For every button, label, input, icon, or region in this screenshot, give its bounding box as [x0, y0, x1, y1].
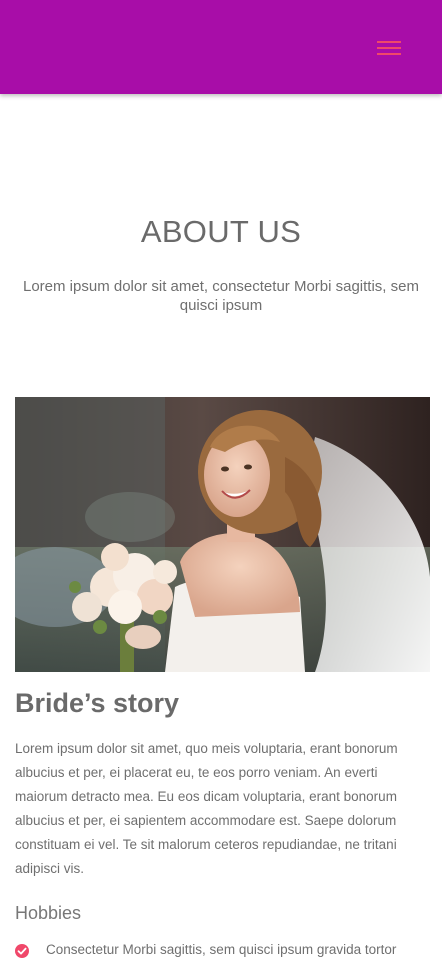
- story-title: Bride’s story: [15, 688, 180, 718]
- menu-line: [377, 53, 401, 55]
- bride-photo: [15, 397, 430, 672]
- story-text: Lorem ipsum dolor sit amet, quo meis vol…: [15, 741, 398, 876]
- hobby-label: Consectetur Morbi sagittis, sem quisci i…: [46, 942, 397, 957]
- menu-line: [377, 47, 401, 49]
- hobbies-title: Hobbies: [15, 903, 82, 923]
- top-header: [0, 0, 442, 94]
- about-subtitle: Lorem ipsum dolor sit amet, consectetur …: [23, 278, 419, 314]
- check-circle-icon: [15, 944, 29, 958]
- hamburger-menu-icon[interactable]: [377, 38, 405, 58]
- about-title: ABOUT US: [140, 214, 302, 249]
- menu-line: [377, 41, 401, 43]
- hobby-list-item: Consectetur Morbi sagittis, sem quisci i…: [15, 942, 435, 962]
